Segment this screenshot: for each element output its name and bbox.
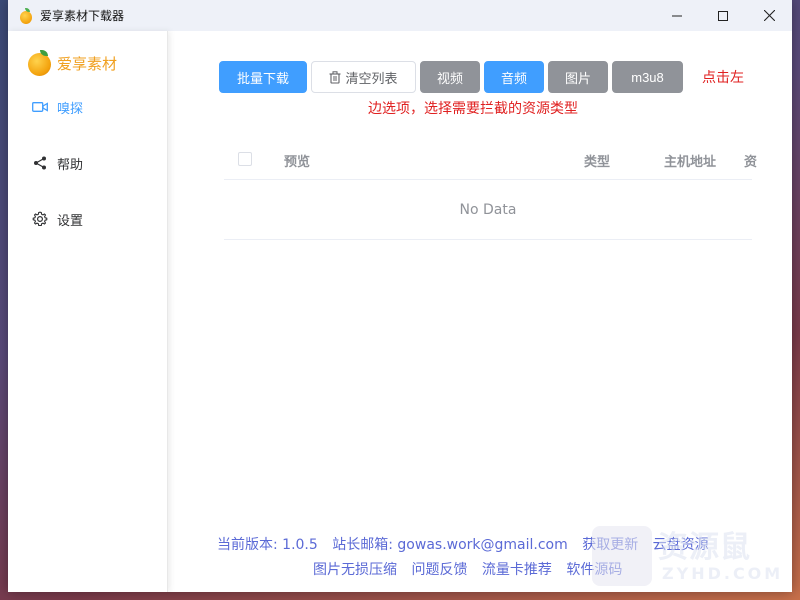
watermark: 资源鼠 ZYHD.COM bbox=[592, 520, 792, 592]
watermark-subtext: ZYHD.COM bbox=[662, 564, 784, 583]
sidebar-item-help[interactable]: 帮助 bbox=[32, 153, 83, 173]
main-panel: 批量下载 清空列表 视频 音频 图片 m3u8 点击左 边选项，选择需要拦截的资… bbox=[168, 31, 792, 592]
version-text: 当前版本: 1.0.5 bbox=[217, 537, 318, 553]
minimize-icon bbox=[672, 15, 682, 16]
data-card-link[interactable]: 流量卡推荐 bbox=[482, 562, 552, 578]
sidebar-item-label: 嗅探 bbox=[57, 101, 84, 117]
resource-table: 预览 类型 主机地址 资 No Data bbox=[224, 138, 757, 240]
title-bar[interactable]: 爱享素材下载器 bbox=[8, 0, 792, 31]
minimize-button[interactable] bbox=[654, 0, 700, 31]
column-header-resource: 资 bbox=[744, 155, 758, 170]
image-compress-link[interactable]: 图片无损压缩 bbox=[313, 562, 397, 578]
orange-logo-icon bbox=[28, 50, 52, 76]
video-filter-button[interactable]: 视频 bbox=[420, 61, 480, 93]
watermark-logo-icon bbox=[592, 526, 652, 586]
maximize-icon bbox=[718, 10, 728, 21]
column-header-type: 类型 bbox=[584, 155, 611, 170]
orange-app-icon bbox=[18, 7, 34, 24]
share-icon bbox=[32, 155, 48, 171]
brand-name: 爱享素材 bbox=[57, 54, 118, 73]
close-icon bbox=[763, 10, 775, 21]
image-filter-button[interactable]: 图片 bbox=[548, 61, 608, 93]
toolbar: 批量下载 清空列表 视频 音频 图片 m3u8 bbox=[219, 61, 687, 93]
batch-download-button[interactable]: 批量下载 bbox=[219, 61, 307, 93]
video-camera-icon bbox=[32, 99, 48, 115]
column-header-preview: 预览 bbox=[284, 155, 311, 170]
sidebar-item-sniff[interactable]: 嗅探 bbox=[32, 97, 83, 117]
hint-text-part2: 边选项，选择需要拦截的资源类型 bbox=[368, 101, 578, 117]
m3u8-filter-button[interactable]: m3u8 bbox=[612, 61, 683, 93]
window-title: 爱享素材下载器 bbox=[40, 9, 125, 23]
app-window: 爱享素材下载器 爱享素材 嗅探 帮助 设置 批量下载 清空列表 视频 音频 图片… bbox=[8, 0, 792, 592]
maximize-button[interactable] bbox=[700, 0, 746, 31]
sidebar-item-label: 帮助 bbox=[57, 157, 84, 173]
brand: 爱享素材 bbox=[28, 49, 167, 77]
empty-placeholder: No Data bbox=[224, 180, 752, 240]
clear-list-button[interactable]: 清空列表 bbox=[311, 61, 416, 93]
trash-icon bbox=[329, 70, 341, 84]
audio-filter-button[interactable]: 音频 bbox=[484, 61, 544, 93]
select-all-checkbox[interactable] bbox=[238, 152, 252, 166]
email-text: 站长邮箱: gowas.work@gmail.com bbox=[332, 537, 568, 553]
watermark-text: 资源鼠 bbox=[658, 530, 751, 565]
gear-icon bbox=[32, 211, 48, 227]
feedback-link[interactable]: 问题反馈 bbox=[411, 562, 467, 578]
sidebar: 爱享素材 嗅探 帮助 设置 bbox=[8, 31, 168, 592]
hint-text-part1: 点击左 bbox=[702, 70, 744, 86]
sidebar-item-settings[interactable]: 设置 bbox=[32, 209, 83, 229]
sidebar-item-label: 设置 bbox=[57, 213, 84, 229]
close-button[interactable] bbox=[746, 0, 792, 31]
column-header-host: 主机地址 bbox=[664, 155, 717, 170]
table-header: 预览 类型 主机地址 资 bbox=[224, 138, 757, 180]
clear-list-label: 清空列表 bbox=[345, 70, 398, 86]
